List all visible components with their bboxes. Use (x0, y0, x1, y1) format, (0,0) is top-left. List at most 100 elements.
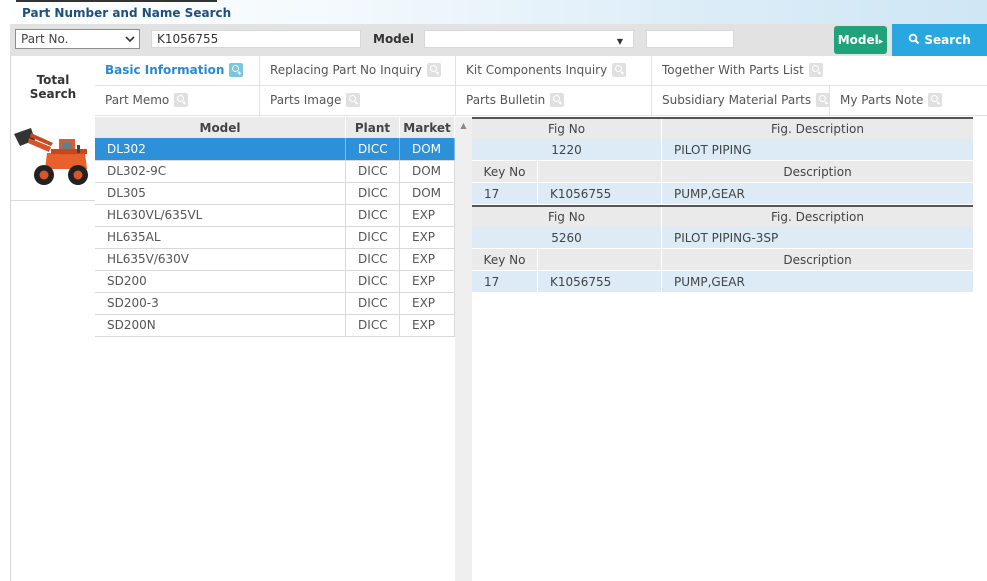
cell-key-no: 17 (472, 183, 538, 204)
tab-my-parts-note[interactable]: My Parts Note (830, 86, 987, 116)
tab-together-with-parts-list[interactable]: Together With Parts List (652, 56, 987, 86)
total-search-label-1: Total (36, 73, 70, 87)
tab-replacing-part-no-inquiry[interactable]: Replacing Part No Inquiry (260, 56, 456, 86)
table-row[interactable]: SD200 DICC EXP (95, 270, 455, 293)
cell-market: EXP (399, 314, 455, 337)
cell-market: EXP (399, 270, 455, 293)
search-type-select[interactable]: Part No. (15, 29, 140, 49)
figure-block: Fig No Fig. Description 5260 PILOT PIPIN… (472, 205, 973, 293)
table-row[interactable]: HL635AL DICC EXP (95, 226, 455, 249)
cell-description: PUMP,GEAR (674, 187, 745, 201)
total-search-label-2: Search (29, 87, 77, 101)
table-row[interactable]: HL630VL/635VL DICC EXP (95, 204, 455, 227)
model-filter-input[interactable] (646, 30, 734, 48)
header-description: Description (783, 253, 852, 267)
cell-model: DL302 (95, 138, 347, 161)
header-key-no: Key No (472, 161, 538, 182)
cell-model: DL302-9C (95, 160, 347, 183)
model-select[interactable]: ▼ (424, 30, 634, 48)
tab-kit-components-inquiry[interactable]: Kit Components Inquiry (456, 56, 652, 86)
figure-header-row: Fig No Fig. Description (472, 205, 973, 227)
magnifier-icon (346, 92, 361, 107)
model-button-label: Model (837, 33, 879, 47)
magnifier-icon (808, 62, 823, 77)
cell-model: DL305 (95, 182, 347, 205)
tab-label: Together With Parts List (662, 63, 804, 77)
arrow-right-icon: ▸ (878, 37, 884, 47)
cell-market: DOM (399, 182, 455, 205)
cell-model: SD200 (95, 270, 347, 293)
column-header-market[interactable]: Market (399, 117, 455, 138)
header-fig-no: Fig No (472, 119, 662, 139)
cell-part-no: K1056755 (538, 183, 662, 204)
tab-label: Parts Bulletin (466, 93, 546, 107)
equipment-thumbnail (11, 117, 95, 201)
cell-model: HL635AL (95, 226, 347, 249)
part-number-input[interactable]: K1056755 (151, 30, 361, 48)
cell-key-no: 17 (472, 271, 538, 292)
cell-market: EXP (399, 204, 455, 227)
table-row[interactable]: DL302-9C DICC DOM (95, 160, 455, 183)
search-button[interactable]: Search (892, 24, 987, 56)
header-part-no (538, 161, 662, 182)
tab-label: Part Memo (105, 93, 170, 107)
cell-model: SD200N (95, 314, 347, 337)
part-row[interactable]: 17 K1056755 PUMP,GEAR (472, 271, 973, 293)
search-icon (908, 25, 920, 57)
tab-part-memo[interactable]: Part Memo (95, 86, 260, 116)
cell-market: EXP (399, 292, 455, 315)
table-row[interactable]: SD200-3 DICC EXP (95, 292, 455, 315)
table-row[interactable]: DL302 DICC DOM (95, 138, 455, 161)
cell-plant: DICC (345, 292, 400, 315)
cell-fig-description: PILOT PIPING (674, 143, 752, 157)
part-row[interactable]: 17 K1056755 PUMP,GEAR (472, 183, 973, 205)
column-header-plant[interactable]: Plant (345, 117, 400, 138)
table-row[interactable]: SD200N DICC EXP (95, 314, 455, 337)
header-fig-description: Fig. Description (771, 122, 864, 136)
tab-label: Kit Components Inquiry (466, 63, 608, 77)
header-fig-description: Fig. Description (771, 210, 864, 224)
tab-parts-image[interactable]: Parts Image (260, 86, 456, 116)
header-description: Description (783, 165, 852, 179)
cell-fig-no: 1220 (472, 139, 662, 160)
cell-fig-description: PILOT PIPING-3SP (674, 231, 779, 245)
scrollbar-track[interactable] (455, 117, 472, 581)
model-button[interactable]: Model▸ (834, 26, 887, 54)
cell-plant: DICC (345, 204, 400, 227)
search-button-label: Search (924, 33, 971, 47)
figure-row[interactable]: 5260 PILOT PIPING-3SP (472, 227, 973, 249)
model-label: Model (373, 32, 415, 46)
part-header-row: Key No Description (472, 249, 973, 271)
cell-model: HL635V/630V (95, 248, 347, 271)
table-row[interactable]: HL635V/630V DICC EXP (95, 248, 455, 271)
figure-row[interactable]: 1220 PILOT PIPING (472, 139, 973, 161)
magnifier-icon (816, 92, 829, 107)
search-type-value: Part No. (21, 32, 69, 46)
tab-subsidiary-material-parts[interactable]: Subsidiary Material Parts (652, 86, 830, 116)
cell-market: EXP (399, 226, 455, 249)
cell-plant: DICC (345, 182, 400, 205)
column-header-model[interactable]: Model (95, 117, 347, 138)
model-table-header: Model Plant Market (95, 117, 455, 138)
total-search-tab[interactable]: Total Search (11, 56, 95, 116)
cell-model: SD200-3 (95, 292, 347, 315)
tab-label: Parts Image (270, 93, 342, 107)
tab-label: Basic Information (105, 63, 225, 77)
tab-label: Subsidiary Material Parts (662, 93, 812, 107)
scroll-up-arrow-icon[interactable]: ▲ (455, 117, 472, 135)
table-row[interactable]: DL305 DICC DOM (95, 182, 455, 205)
tab-parts-bulletin[interactable]: Parts Bulletin (456, 86, 652, 116)
magnifier-icon (229, 62, 244, 77)
cell-model: HL630VL/635VL (95, 204, 347, 227)
model-table: Model Plant Market DL302 DICC DOM DL302-… (95, 117, 455, 337)
magnifier-icon (928, 92, 943, 107)
cell-market: DOM (399, 160, 455, 183)
magnifier-icon (612, 62, 627, 77)
tab-basic-information[interactable]: Basic Information (95, 56, 260, 86)
chevron-down-icon (124, 30, 136, 54)
header-part-no (538, 249, 662, 270)
wheel-loader-image (14, 128, 88, 185)
cell-plant: DICC (345, 160, 400, 183)
cell-description: PUMP,GEAR (674, 275, 745, 289)
header-fig-no: Fig No (472, 207, 662, 227)
